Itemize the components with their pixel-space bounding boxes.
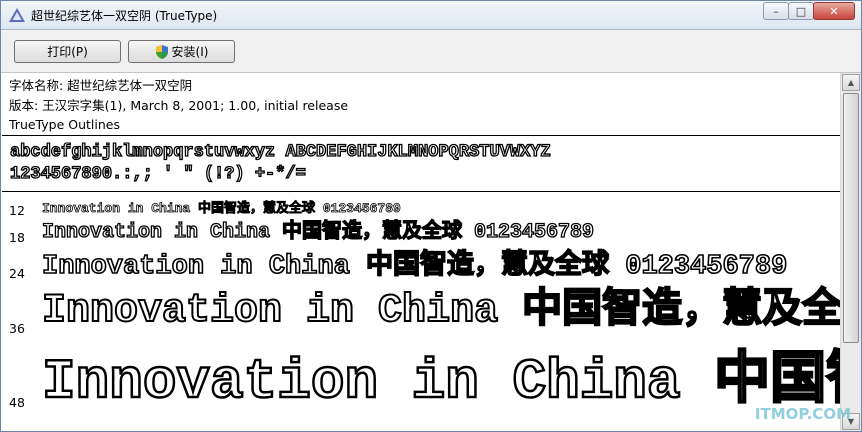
sample-text-48: Innovation in China 中国智造: [41, 350, 840, 414]
window-title: 超世纪综艺体一双空阴 (TrueType): [31, 9, 218, 23]
sample-size-label: 48: [9, 395, 25, 410]
scroll-thumb[interactable]: [843, 93, 859, 343]
title-bar[interactable]: 超世纪综艺体一双空阴 (TrueType) – □ ✕: [1, 1, 861, 30]
sample-text-36: Innovation in China 中国智造，慧及全球: [41, 289, 840, 334]
uac-shield-icon: [155, 44, 168, 59]
charset-digits-symbols: 1234567890.:,; ' " (!?) +-*/=: [9, 164, 306, 185]
print-button[interactable]: 打印(P): [14, 40, 121, 63]
vertical-scrollbar[interactable]: ▲ ▼: [840, 73, 861, 431]
charset-letters: abcdefghijklmnopqrstuvwxyz ABCDEFGHIJKLM…: [9, 142, 551, 163]
font-outline-type: TrueType Outlines: [9, 117, 120, 132]
sample-text-12: Innovation in China 中国智造，慧及全球 0123456789: [42, 201, 402, 216]
sample-size-label: 12: [9, 203, 25, 218]
watermark: ITMOP.COM: [754, 405, 851, 423]
font-app-icon: [9, 8, 25, 22]
sample-size-label: 24: [9, 266, 25, 281]
font-viewer-window: 超世纪综艺体一双空阴 (TrueType) – □ ✕ 打印(P) 安装(I) …: [0, 0, 862, 432]
print-button-label: 打印(P): [47, 45, 88, 59]
sample-text-18: Innovation in China 中国智造，慧及全球 0123456789: [41, 221, 595, 244]
font-version: 版本: 王汉宗字集(1), March 8, 2001; 1.00, initi…: [9, 97, 349, 113]
install-button-label: 安装(I): [171, 45, 209, 59]
maximize-button[interactable]: □: [788, 2, 814, 20]
font-info: 字体名称: 超世纪综艺体一双空阴 版本: 王汉宗字集(1), March 8, …: [9, 76, 348, 135]
scroll-up-arrow-icon[interactable]: ▲: [842, 74, 860, 91]
sample-text-24: Innovation in China 中国智造，慧及全球 0123456789: [41, 252, 788, 282]
font-name: 字体名称: 超世纪综艺体一双空阴: [9, 78, 193, 93]
sample-size-label: 18: [9, 230, 25, 245]
divider: [2, 191, 840, 192]
toolbar: 打印(P) 安装(I): [1, 30, 861, 73]
caption-buttons: – □ ✕: [763, 2, 855, 20]
sample-size-label: 36: [9, 321, 25, 336]
install-button[interactable]: 安装(I): [128, 40, 235, 63]
close-button[interactable]: ✕: [813, 2, 855, 20]
divider: [2, 135, 840, 136]
minimize-button[interactable]: –: [763, 2, 789, 20]
font-preview-area[interactable]: 字体名称: 超世纪综艺体一双空阴 版本: 王汉宗字集(1), March 8, …: [2, 73, 840, 431]
